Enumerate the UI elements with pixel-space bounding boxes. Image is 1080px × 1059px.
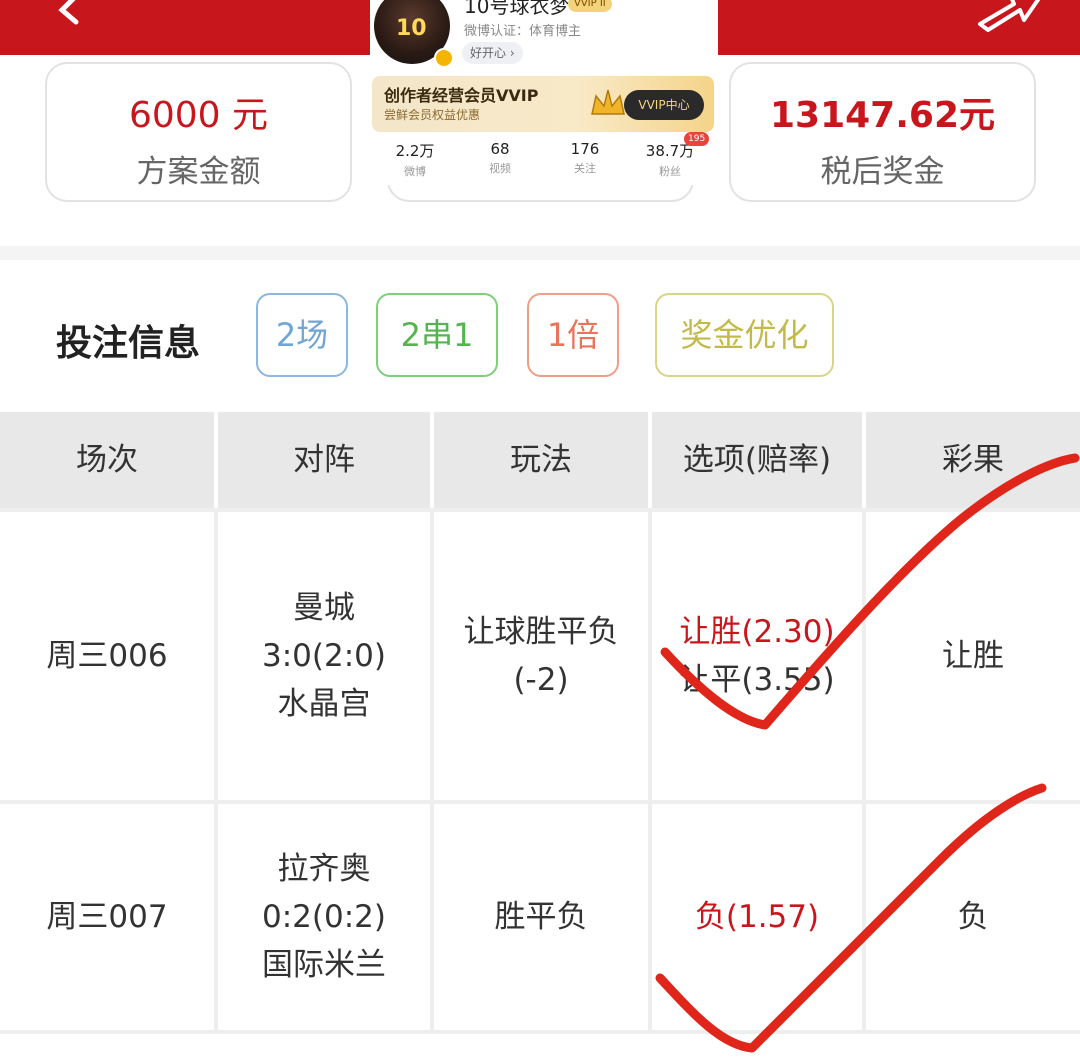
home-team: 拉齐奥 xyxy=(277,851,371,887)
option-winning: 负(1.57) xyxy=(694,899,820,935)
vvip-center-button[interactable]: VVIP中心 xyxy=(624,90,704,120)
stat-following[interactable]: 176 关注 xyxy=(545,140,625,176)
table-cell-play: 胜平负 xyxy=(434,804,648,1030)
stat-following-label: 关注 xyxy=(574,162,596,175)
tag-parlay-type: 2串1 xyxy=(376,293,498,377)
bet-info-title: 投注信息 xyxy=(56,323,201,364)
profile-certification: 微博认证：体育博主 xyxy=(464,24,582,39)
stat-following-value: 176 xyxy=(570,140,600,158)
match-no: 周三007 xyxy=(46,899,168,935)
table-cell-option: 让胜(2.30) 让平(3.55) xyxy=(652,512,862,800)
table-cell-fixture: 拉齐奥 0:2(0:2) 国际米兰 xyxy=(218,804,430,1030)
th-result: 彩果 xyxy=(866,412,1080,508)
table-cell-fixture: 曼城 3:0(2:0) 水晶宫 xyxy=(218,512,430,800)
th-match-no: 场次 xyxy=(0,412,214,508)
tag-prize-optimize[interactable]: 奖金优化 xyxy=(655,293,834,377)
stat-videos[interactable]: 68 视频 xyxy=(460,140,540,176)
vip-badge: VVIP II xyxy=(568,0,612,12)
after-tax-prize-card: 13147.62元 税后奖金 xyxy=(729,62,1036,202)
profile-name[interactable]: 10号球衣梦 xyxy=(464,0,569,19)
table-cell-option: 负(1.57) xyxy=(652,804,862,1030)
column-divider xyxy=(430,508,434,1034)
notification-badge: 195 xyxy=(684,132,710,146)
play-type: 胜平负 xyxy=(494,899,588,935)
table-cell-result: 负 xyxy=(866,804,1080,1030)
column-divider xyxy=(862,508,866,1034)
home-team: 曼城 xyxy=(293,590,355,626)
option-winning: 让胜(2.30) xyxy=(679,614,835,650)
stat-followers-label: 粉丝 xyxy=(659,165,681,178)
result: 让胜 xyxy=(942,638,1004,674)
vvip-banner-title: 创作者经营会员VVIP xyxy=(384,86,539,105)
table-cell-result: 让胜 xyxy=(866,512,1080,800)
section-divider xyxy=(0,246,1080,260)
profile-stats: 2.2万 微博 68 视频 176 关注 38.7万 粉丝 xyxy=(370,140,718,185)
column-divider xyxy=(214,508,218,1034)
handicap: (-2) xyxy=(513,662,569,698)
score: 3:0(2:0) xyxy=(262,638,386,674)
plan-amount-label: 方案金额 xyxy=(136,154,261,190)
profile-popup[interactable]: 10 10号球衣梦 VVIP II 微博认证：体育博主 好开心 › 创作者经营会… xyxy=(370,0,718,185)
away-team: 水晶宫 xyxy=(277,686,371,722)
plan-amount-card: 6000 元 方案金额 xyxy=(45,62,352,202)
stat-videos-value: 68 xyxy=(490,140,510,158)
play-type: 让球胜平负 xyxy=(463,614,619,650)
vvip-banner[interactable]: 创作者经营会员VVIP 尝鲜会员权益优惠 VVIP中心 xyxy=(372,76,714,132)
verified-icon xyxy=(434,48,454,68)
stat-posts-label: 微博 xyxy=(404,165,426,178)
table-cell-match-no: 周三007 xyxy=(0,804,214,1030)
tag-multiplier: 1倍 xyxy=(527,293,619,377)
mood-status[interactable]: 好开心 › xyxy=(462,42,523,64)
tag-games-count: 2场 xyxy=(256,293,348,377)
avatar-jersey-number: 10 xyxy=(396,16,427,41)
away-team: 国际米兰 xyxy=(262,947,386,983)
after-tax-prize-label: 税后奖金 xyxy=(820,154,945,190)
back-arrow-icon[interactable] xyxy=(40,0,90,40)
match-no: 周三006 xyxy=(46,638,168,674)
crown-icon xyxy=(591,89,625,115)
table-cell-match-no: 周三006 xyxy=(0,512,214,800)
th-option-odds: 选项(赔率) xyxy=(652,412,862,508)
vvip-banner-subtitle: 尝鲜会员权益优惠 xyxy=(384,108,481,122)
stat-posts-value: 2.2万 xyxy=(395,142,435,160)
th-play: 玩法 xyxy=(434,412,648,508)
result: 负 xyxy=(957,899,989,935)
th-fixture: 对阵 xyxy=(218,412,430,508)
stat-videos-label: 视频 xyxy=(489,162,511,175)
column-divider xyxy=(648,508,652,1034)
after-tax-prize-value: 13147.62元 xyxy=(769,95,996,136)
plan-amount-value: 6000 元 xyxy=(128,95,269,136)
option-other: 让平(3.55) xyxy=(679,662,835,698)
score: 0:2(0:2) xyxy=(262,899,386,935)
share-icon[interactable] xyxy=(970,0,1050,40)
row-divider xyxy=(0,1030,1080,1034)
table-cell-play: 让球胜平负 (-2) xyxy=(434,512,648,800)
stat-posts[interactable]: 2.2万 微博 xyxy=(375,140,455,179)
